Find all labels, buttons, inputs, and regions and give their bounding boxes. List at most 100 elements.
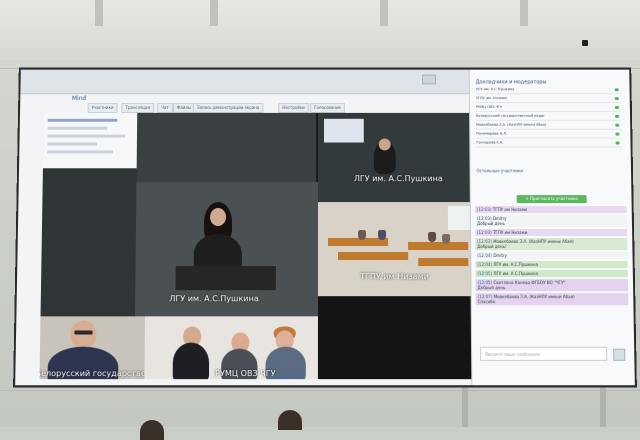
participants-panel: Докладчики и модераторы ЛГУ им. А.С.Пушк…: [469, 70, 635, 386]
chat-message: (12:07) Мовкебаева З.А. (КазНПУ имени Аб…: [476, 293, 629, 305]
video-tile-small[interactable]: ЛГУ им. А.С.Пушкина: [318, 113, 486, 202]
video-tile-participant[interactable]: Белорусский государственный педаг: [39, 316, 145, 379]
doc-line: [47, 150, 113, 153]
chat-message: (12:05) Светлана Канева ФГБОУ ВО "ЧГУ"До…: [475, 279, 628, 291]
chat-author: ЛГУ им. А.С.Пушкина: [493, 271, 538, 276]
chat-text: Добрый день: [477, 221, 505, 226]
pillar: [462, 380, 468, 427]
podium: [175, 266, 275, 290]
doc-line: [48, 119, 118, 122]
section-label: Остальные участники: [476, 168, 522, 173]
microphone-on-icon: [616, 142, 620, 145]
video-tile-label: Белорусский государственный педаг: [39, 369, 145, 378]
lecturer-face: [210, 208, 226, 226]
chat-text: Добрый день!: [477, 244, 507, 249]
chat-input[interactable]: Введите ваше сообщение: [480, 347, 607, 361]
ceiling-beam: [95, 0, 103, 26]
participant-name: РУМЦ ОВЗ ЧГУ: [476, 105, 502, 109]
tab[interactable]: Чат: [157, 103, 173, 113]
video-tile-label: ЛГУ им. А.С.Пушкина: [354, 174, 443, 183]
tab[interactable]: Файлы: [173, 103, 195, 113]
video-tile-label: ЛГУ им. А.С.Пушкина: [169, 294, 258, 303]
participant-item[interactable]: Белорусский государственный педаг: [476, 114, 621, 121]
speaker-face: [379, 139, 391, 151]
audience-head: [278, 410, 302, 430]
participant-item[interactable]: ТГПУ им. Низами: [476, 96, 621, 103]
participant-list: ЛГУ им. А.С.Пушкина ТГПУ им. Низами РУМЦ…: [476, 87, 622, 149]
chat-author: ТГПУ им Низами: [493, 207, 527, 212]
camera-icon: [582, 40, 588, 46]
video-tile-empty[interactable]: [42, 168, 137, 246]
app-title: Mind: [72, 95, 86, 102]
chat-author: Мовкебаева З.А. (КазНПУ имени Абая): [494, 294, 575, 299]
classroom-desk: [418, 258, 468, 266]
participant-name: ТГПУ им. Низами: [476, 96, 507, 100]
participant-body: [173, 343, 210, 380]
microphone-on-icon: [615, 88, 619, 91]
chat-time: (12:04): [477, 253, 492, 258]
chat-author: ТГПУ им Низами: [493, 230, 527, 235]
student: [442, 234, 450, 244]
classroom-desk: [338, 252, 408, 260]
video-tile-empty[interactable]: [41, 246, 136, 316]
panel-header: Докладчики и модераторы: [476, 79, 547, 85]
video-tile-empty[interactable]: [318, 296, 487, 379]
video-tile-label: РУМЦ ОВЗ ЧГУ: [215, 369, 276, 378]
classroom-desk: [408, 242, 468, 250]
window-icon[interactable]: [422, 75, 436, 85]
participant-item[interactable]: РУМЦ ОВЗ ЧГУ: [476, 105, 621, 112]
version-link[interactable]: Версия 2.10.32: [273, 374, 305, 379]
slide-screen: [324, 119, 364, 143]
chat-message: (12:03) DmitryДобрый день: [475, 215, 627, 227]
pillar: [600, 380, 606, 427]
video-tile-document[interactable]: [43, 113, 137, 168]
chat-message: (12:03) ТГПУ им Низами: [475, 229, 627, 236]
chat-message: (12:03) ТГПУ им Низами: [475, 206, 627, 213]
ceiling-beam: [210, 0, 218, 26]
tab[interactable]: Участники: [88, 103, 118, 113]
video-tile-classroom[interactable]: ТГПУ им Низами: [318, 202, 487, 296]
microphone-on-icon: [615, 115, 619, 118]
chat-text: Добрый день: [478, 285, 506, 290]
participant-name: Пономарёва Н.Л.: [476, 132, 507, 136]
invite-participant-button[interactable]: + Пригласить участника: [517, 195, 587, 203]
chat-author: ЛГУ им. А.С.Пушкина: [493, 262, 538, 267]
tab[interactable]: Запись демонстрации экрана: [193, 103, 263, 113]
chat-text: Спасибо: [478, 299, 496, 304]
chat-time: (12:04): [477, 262, 492, 267]
participant-name: Гончарова Е.А.: [476, 141, 503, 145]
participant-item[interactable]: ЛГУ им. А.С.Пушкина: [476, 87, 621, 94]
tab[interactable]: Настройки: [278, 103, 308, 113]
video-wall-screen: Mind Участники Трансляция Чат Файлы Запи…: [15, 70, 635, 386]
doc-line: [48, 127, 108, 130]
chat-log: (12:03) ТГПУ им Низами (12:03) DmitryДоб…: [475, 206, 629, 307]
chat-time: (12:05): [477, 271, 492, 276]
tab[interactable]: Голосование: [310, 103, 345, 113]
ceiling-beam: [380, 0, 388, 26]
student: [378, 230, 386, 240]
video-tile-label: ТГПУ им Низами: [360, 272, 429, 281]
student: [428, 232, 436, 242]
chat-time: (12:03): [477, 207, 492, 212]
video-grid: ЛГУ им. А.С.Пушкина ЛГУ им. А.С.Пушкина …: [39, 113, 487, 379]
participant-item[interactable]: Гончарова Е.А.: [476, 141, 621, 148]
participant-item[interactable]: Пономарёва Н.Л.: [476, 132, 621, 139]
chat-message: (12:05) ЛГУ им. А.С.Пушкина: [475, 270, 628, 277]
audience-head: [140, 420, 164, 440]
participant-name: Мовкебаева З.А. (КазНПУ имени Абая): [476, 123, 546, 127]
video-tile-empty[interactable]: [136, 113, 316, 182]
video-tile-main[interactable]: ЛГУ им. А.С.Пушкина: [135, 182, 318, 316]
wall-line: [0, 390, 640, 391]
tab[interactable]: Трансляция: [121, 103, 154, 113]
video-tile-group[interactable]: РУМЦ ОВЗ ЧГУ: [144, 316, 318, 379]
student: [358, 230, 366, 240]
chat-message: (12:03) Мовкебаева З.А. (КазНПУ имени Аб…: [475, 238, 627, 250]
app-toolbar: [20, 70, 486, 95]
participant-glasses: [74, 330, 92, 334]
participant-item[interactable]: Мовкебаева З.А. (КазНПУ имени Абая): [476, 123, 621, 130]
ceiling-beam: [520, 0, 528, 26]
chat-message: (12:04) ЛГУ им. А.С.Пушкина: [475, 261, 627, 268]
send-icon[interactable]: [613, 349, 625, 361]
microphone-on-icon: [615, 133, 619, 136]
chat-message: (12:04) Dmitry: [475, 252, 627, 259]
